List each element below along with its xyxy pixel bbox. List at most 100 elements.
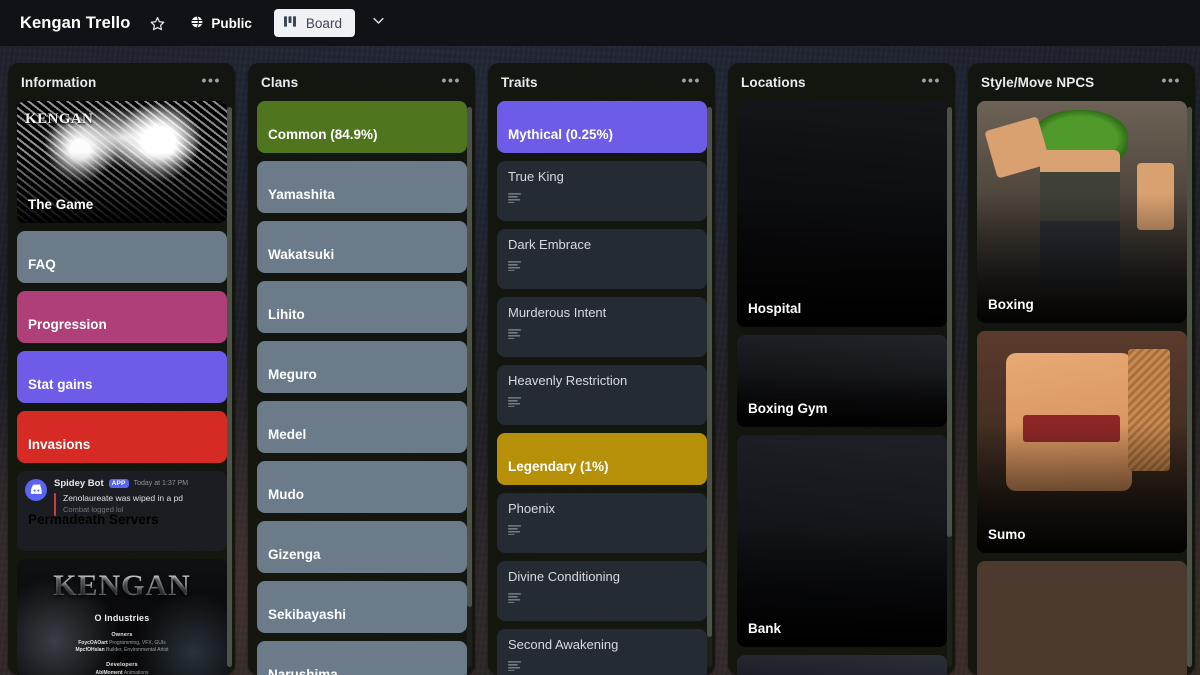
card[interactable]: Mudo	[257, 461, 467, 513]
list-scrollbar[interactable]	[467, 107, 472, 667]
card-title: Heavenly Restriction	[508, 374, 628, 388]
card-title: Boxing Gym	[748, 400, 828, 416]
list-scrollbar[interactable]	[707, 107, 712, 667]
list-header: Style/Move NPCS •••	[968, 63, 1195, 101]
discord-message: Zenolaureate was wiped in a pd	[63, 493, 184, 503]
card-title: True King	[508, 170, 564, 184]
board-list[interactable]: Traits ••• Mythical (0.25%) True King Dark E…	[488, 63, 715, 675]
chevron-down-icon[interactable]	[371, 13, 386, 33]
list-scrollbar[interactable]	[227, 107, 232, 667]
list-scrollbar[interactable]	[1187, 107, 1192, 667]
list-title: Style/Move NPCS	[981, 74, 1095, 90]
card[interactable]: Murderous Intent	[497, 297, 707, 357]
card[interactable]: Divine Conditioning	[497, 561, 707, 621]
card[interactable]	[977, 561, 1187, 675]
card[interactable]: Invasions	[17, 411, 227, 463]
card-title: Wakatsuki	[268, 246, 335, 262]
card[interactable]: Mythical (0.25%)	[497, 101, 707, 153]
card-title: Hospital	[748, 300, 802, 316]
list-title: Locations	[741, 74, 806, 90]
card[interactable]: Phoenix	[497, 493, 707, 553]
list-menu-button[interactable]: •••	[915, 73, 943, 91]
card[interactable]: Medel	[257, 401, 467, 453]
description-icon	[508, 658, 696, 675]
card-title: Legendary (1%)	[508, 458, 609, 474]
credit-name: MpcfOHslan	[75, 647, 105, 653]
credit-role: Animations	[123, 669, 149, 675]
card-title: Mudo	[268, 486, 304, 502]
card[interactable]: Sekibayashi	[257, 581, 467, 633]
card[interactable]: Meguro	[257, 341, 467, 393]
card[interactable]: Bank	[737, 435, 947, 647]
card[interactable]: Dark Embrace	[497, 229, 707, 289]
list-title: Clans	[261, 74, 299, 90]
description-icon	[508, 522, 696, 540]
credit-row: MpcfOHslan Builder, Environmental Artist	[75, 647, 168, 653]
credit-row: AbiMoment Animations	[91, 670, 154, 675]
credit-heading: Owners	[111, 632, 133, 638]
list-scrollbar[interactable]	[947, 107, 952, 667]
card[interactable]: Wakatsuki	[257, 221, 467, 273]
card-title: Murderous Intent	[508, 306, 607, 320]
card-title: FAQ	[28, 256, 56, 272]
board-list[interactable]: Clans ••• Common (84.9%) Yamashita Wakatsuki…	[248, 63, 475, 675]
card[interactable]: Hospital	[737, 101, 947, 327]
board-list[interactable]: Style/Move NPCS ••• Boxing Sumo	[968, 63, 1195, 675]
card[interactable]: Heavenly Restriction	[497, 365, 707, 425]
card[interactable]: Boxing	[977, 101, 1187, 323]
card[interactable]: Progression	[17, 291, 227, 343]
card-title: Dark Embrace	[508, 238, 592, 252]
list-header: Locations •••	[728, 63, 955, 101]
list-menu-button[interactable]: •••	[675, 73, 703, 91]
list-menu-button[interactable]: •••	[195, 73, 223, 91]
discord-embed: Spidey Bot APP Today at 1:37 PM Zenolaureat…	[17, 471, 227, 516]
card[interactable]: Stat gains	[17, 351, 227, 403]
star-icon[interactable]	[144, 10, 170, 36]
description-icon	[508, 258, 696, 276]
card[interactable]: Spidey Bot APP Today at 1:37 PM Zenolaureat…	[17, 471, 227, 551]
credit-role: Programming, VFX, GUIs	[109, 639, 166, 646]
card-cover-image	[737, 655, 947, 675]
card-title: Bank	[748, 620, 782, 636]
card[interactable]: FAQ	[17, 231, 227, 283]
board-title: Kengan Trello	[20, 13, 131, 32]
card-title: Permadeath Servers	[28, 511, 159, 527]
board-view-button[interactable]: Board	[273, 9, 355, 37]
card[interactable]: The Game	[17, 101, 227, 223]
card[interactable]: KENGAN O Industries Owners FoycOAOart Progr…	[17, 559, 227, 675]
card[interactable]: Second Awakening	[497, 629, 707, 675]
board-list[interactable]: Locations ••• Hospital Boxing Gym Bank	[728, 63, 955, 675]
card[interactable]	[737, 655, 947, 675]
card-title: Medel	[268, 426, 307, 442]
card-title: Mythical (0.25%)	[508, 126, 614, 142]
globe-icon	[190, 15, 204, 32]
card[interactable]: Sumo	[977, 331, 1187, 553]
board-visibility-label: Public	[211, 15, 252, 31]
card[interactable]: Narushima	[257, 641, 467, 675]
list-cards: Hospital Boxing Gym Bank	[728, 101, 955, 675]
card-title: Divine Conditioning	[508, 570, 621, 584]
credit-heading: Developers	[106, 662, 138, 668]
card[interactable]: Boxing Gym	[737, 335, 947, 427]
credit-name: AbiMoment	[95, 669, 123, 675]
card[interactable]: Legendary (1%)	[497, 433, 707, 485]
list-menu-button[interactable]: •••	[435, 73, 463, 91]
card-title: Yamashita	[268, 186, 335, 202]
description-icon	[508, 326, 696, 344]
board-list[interactable]: Information ••• The Game FAQ Progression Stat…	[8, 63, 235, 675]
card[interactable]: Lihito	[257, 281, 467, 333]
card-title: Boxing	[988, 296, 1034, 312]
board-visibility[interactable]: Public	[184, 11, 258, 36]
card[interactable]: True King	[497, 161, 707, 221]
card-title: Gizenga	[268, 546, 321, 562]
card-title: Lihito	[268, 306, 305, 322]
list-menu-button[interactable]: •••	[1155, 73, 1183, 91]
avatar	[25, 479, 47, 501]
list-title: Information	[21, 74, 97, 90]
card[interactable]: Yamashita	[257, 161, 467, 213]
card-title: The Game	[28, 196, 94, 212]
card[interactable]: Common (84.9%)	[257, 101, 467, 153]
board-canvas[interactable]: Information ••• The Game FAQ Progression Stat…	[0, 46, 1200, 675]
board-view-label: Board	[305, 15, 342, 31]
card[interactable]: Gizenga	[257, 521, 467, 573]
